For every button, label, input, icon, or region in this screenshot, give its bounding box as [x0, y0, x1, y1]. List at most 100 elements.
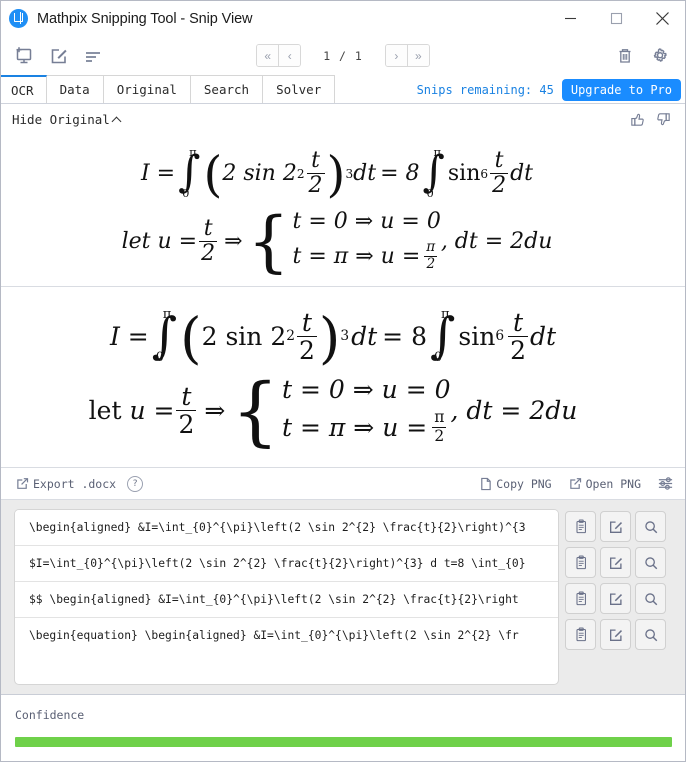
edit-square-icon[interactable] [46, 43, 71, 68]
fraction-pi-over-2: π 2 [424, 239, 438, 272]
export-toolbar: Export .docx ? Copy PNG Open PNG [1, 468, 685, 500]
r-integral-1: ∫ π 0 [151, 307, 178, 365]
list-lines-icon[interactable] [80, 43, 105, 68]
sliders-icon[interactable] [657, 475, 674, 492]
upgrade-to-pro-button[interactable]: Upgrade to Pro [561, 79, 681, 101]
main-toolbar: « ‹ 1 / 1 › » [1, 37, 685, 74]
original-image-preview: I = ∫ π 0 ( 2 sin 22 t 2 )3 dt = 8 ∫ π [1, 136, 685, 287]
r-fraction-t-2: t 2 [296, 308, 317, 365]
copy-file-icon [478, 476, 493, 491]
r-eq-inner: 2 sin 2 [201, 322, 287, 351]
title-bar: Mathpix Snipping Tool - Snip View [1, 1, 685, 37]
latex-results-list: \begin{aligned} &I=\int_{0}^{\pi}\left(2… [14, 509, 559, 685]
fraction-t-over-2-c: t 2 [199, 216, 218, 266]
open-png-button[interactable]: Open PNG [568, 476, 641, 491]
case-2: t = π ⇒ u = π 2 [292, 239, 438, 272]
copy-png-button[interactable]: Copy PNG [478, 476, 552, 491]
magnifier-icon[interactable] [635, 583, 666, 614]
tab-data[interactable]: Data [45, 75, 104, 103]
toolbar-right-icons [615, 46, 685, 66]
latex-results-area: \begin{aligned} &I=\int_{0}^{\pi}\left(2… [1, 500, 685, 694]
tab-bar: OCR Data Original Search Solver Snips re… [1, 74, 685, 104]
next-page-button[interactable]: › [385, 45, 407, 66]
hide-original-row: Hide Original [1, 104, 685, 136]
external-link-icon [568, 476, 583, 491]
eq-sin-sup: 6 [480, 166, 489, 181]
clipboard-icon[interactable] [565, 547, 596, 578]
magnifier-icon[interactable] [635, 511, 666, 542]
edit-square-icon[interactable] [600, 583, 631, 614]
external-link-icon [15, 476, 30, 491]
mathpix-logo-icon [9, 9, 28, 28]
copy-png-label: Copy PNG [496, 476, 552, 491]
eq-inner: 2 sin 2 [222, 160, 297, 186]
cases-brace: { [247, 203, 290, 281]
cases-group: t = 0 ⇒ u = 0 t = π ⇒ u = π 2 [293, 211, 441, 271]
edit-square-icon[interactable] [600, 511, 631, 542]
latex-row-1[interactable]: \begin{aligned} &I=\int_{0}^{\pi}\left(2… [15, 510, 558, 545]
clipboard-icon[interactable] [565, 511, 596, 542]
open-png-label: Open PNG [585, 476, 641, 491]
r-integral-2: ∫ π 0 [429, 307, 456, 365]
thumbs-up-icon[interactable] [628, 110, 647, 129]
tab-ocr[interactable]: OCR [1, 75, 47, 103]
latex-row-2-actions [565, 545, 666, 580]
clipboard-icon[interactable] [565, 619, 596, 650]
maximize-icon[interactable] [593, 1, 639, 36]
page-indicator: 1 / 1 [323, 48, 363, 63]
latex-row-actions [565, 509, 666, 685]
eq-inner-sup: 2 [296, 166, 305, 181]
clipboard-icon[interactable] [565, 583, 596, 614]
window-controls [547, 1, 685, 36]
snips-remaining-label: Snips remaining: 45 [416, 83, 554, 97]
export-right-cluster: Copy PNG Open PNG [478, 475, 674, 492]
minimize-icon[interactable] [547, 1, 593, 36]
rendered-equation-line-2: let u = t 2 ⇒ { t = 0 ⇒ u = 0 t = π ⇒ u … [88, 367, 578, 456]
r-fraction-t-2-c: t 2 [176, 382, 197, 439]
integral-1: ∫ π 0 [178, 145, 201, 200]
thumbs-down-icon[interactable] [654, 110, 673, 129]
toolbar-left-icons [1, 43, 105, 68]
first-page-button[interactable]: « [257, 45, 279, 66]
feedback-buttons [628, 110, 673, 129]
tab-solver[interactable]: Solver [262, 75, 336, 103]
export-docx-button[interactable]: Export .docx [15, 476, 116, 491]
rendered-equation-preview: I = ∫ π 0 ( 2 sin 22 t 2 )3 dt = 8 ∫ π [1, 287, 685, 468]
latex-row-4[interactable]: \begin{equation} \begin{aligned} &I=\int… [15, 617, 558, 653]
edit-square-icon[interactable] [600, 547, 631, 578]
hide-original-label: Hide Original [12, 112, 110, 127]
export-docx-label: Export .docx [33, 476, 117, 491]
fraction-t-over-2: t 2 [306, 148, 325, 199]
eq-u: u = [157, 228, 198, 254]
tab-original[interactable]: Original [102, 75, 191, 103]
gear-icon[interactable] [649, 46, 669, 66]
confidence-label: Confidence [15, 708, 85, 722]
prev-page-button[interactable]: ‹ [278, 45, 301, 66]
eq-implies: ⇒ [224, 228, 243, 254]
trash-icon[interactable] [615, 46, 635, 66]
tabs-right-cluster: Snips remaining: 45 Upgrade to Pro [417, 79, 685, 103]
tab-search[interactable]: Search [189, 75, 264, 103]
help-circle-icon[interactable]: ? [127, 475, 144, 492]
edit-square-icon[interactable] [600, 619, 631, 650]
integral-2-upper: π [433, 145, 442, 160]
original-equation-line-1: I = ∫ π 0 ( 2 sin 22 t 2 )3 dt = 8 ∫ π [140, 145, 534, 204]
close-icon[interactable] [639, 1, 685, 36]
magnifier-icon[interactable] [635, 619, 666, 650]
magnifier-icon[interactable] [635, 547, 666, 578]
latex-row-2[interactable]: $I=\int_{0}^{\pi}\left(2 \sin 2^{2} \fra… [15, 545, 558, 581]
window-title: Mathpix Snipping Tool - Snip View [37, 10, 253, 27]
integral-1-lower: 0 [182, 185, 190, 200]
hide-original-toggle[interactable]: Hide Original [12, 112, 122, 127]
eq-equals-8: = 8 [380, 160, 420, 186]
integral-2: ∫ π 0 [422, 145, 445, 200]
latex-row-3[interactable]: $$ \begin{aligned} &I=\int_{0}^{\pi}\lef… [15, 581, 558, 617]
eq-tail: , dt = 2du [440, 228, 553, 254]
fraction-t-over-2-b: t 2 [490, 148, 509, 199]
last-page-button[interactable]: » [406, 45, 429, 66]
r-cases-group: t = 0 ⇒ u = 0 t = π ⇒ u = π 2 [282, 375, 451, 445]
rendered-equation-line-1: I = ∫ π 0 ( 2 sin 22 t 2 )3 dt = 8 ∫ π [109, 305, 557, 370]
case-1: t = 0 ⇒ u = 0 [292, 209, 441, 235]
eq-lhs: I = [140, 160, 176, 186]
snip-screen-icon[interactable] [12, 43, 37, 68]
